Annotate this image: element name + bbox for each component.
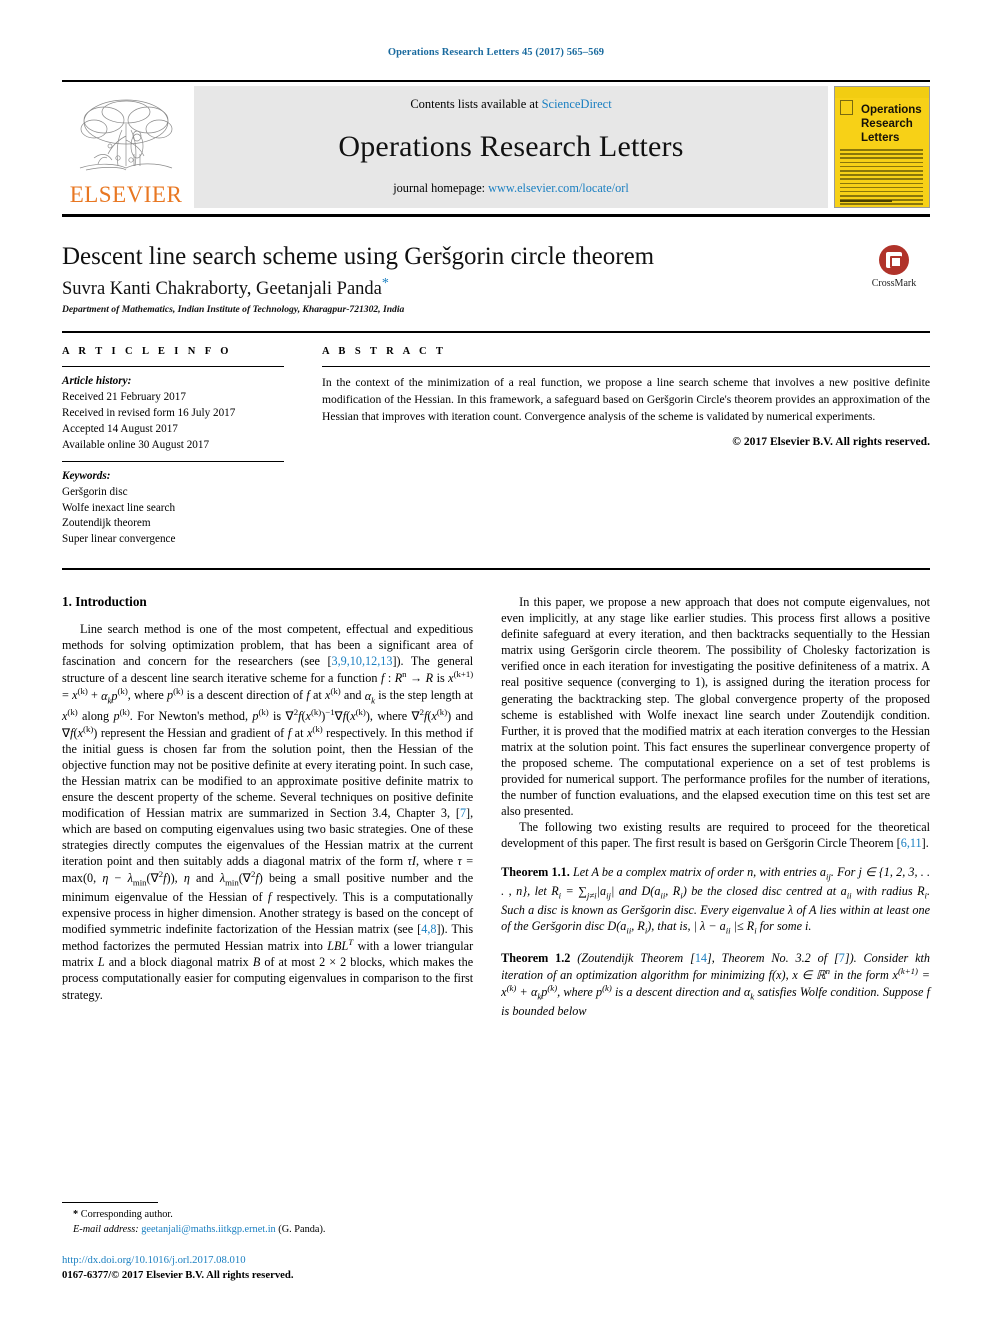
homepage-prefix: journal homepage:	[393, 181, 489, 195]
crossmark-label: CrossMark	[871, 278, 917, 289]
footnote-email-line: E-mail address: geetanjali@maths.iitkgp.…	[62, 1223, 480, 1237]
masthead-section: ELSEVIER Contents lists available at Sci…	[62, 80, 930, 217]
masthead-center: Contents lists available at ScienceDirec…	[194, 86, 828, 208]
page-title: Descent line search scheme using Geršgor…	[62, 243, 655, 270]
history-item: Received in revised form 16 July 2017	[62, 406, 236, 419]
issn-copyright-line: 0167-6377/© 2017 Elsevier B.V. All right…	[62, 1268, 294, 1281]
history-item: Received 21 February 2017	[62, 391, 186, 404]
abstract-text: In the context of the minimization of a …	[322, 376, 930, 423]
footnote-rule	[62, 1202, 158, 1204]
right-paragraph-2: The following two existing results are r…	[501, 819, 930, 851]
keyword-item: Super linear convergence	[62, 533, 176, 546]
theorem-1-2-label: Theorem 1.2	[501, 950, 571, 965]
citation-4-8[interactable]: 4,8	[421, 922, 436, 936]
page-footer: http://dx.doi.org/10.1016/j.orl.2017.08.…	[62, 1253, 532, 1283]
theorem-1-2: Theorem 1.2 (Zoutendijk Theorem [14], Th…	[501, 950, 930, 1019]
cover-journal-title: Operations Research Letters	[861, 104, 922, 145]
running-head: Operations Research Letters 45 (2017) 56…	[387, 47, 605, 58]
crossmark-badge-group[interactable]: CrossMark	[858, 245, 930, 289]
article-info-heading: A R T I C L E I N F O	[62, 346, 232, 358]
right-column: In this paper, we propose a new approach…	[501, 594, 930, 1019]
footnote-corresponding-text: Corresponding author.	[80, 1209, 173, 1221]
contents-prefix: Contents lists available at	[410, 97, 542, 111]
corresponding-author-marker[interactable]: *	[382, 276, 389, 291]
citation-14[interactable]: 14	[695, 951, 707, 965]
right-text-a: The following two existing results are r…	[501, 819, 930, 850]
doi-link[interactable]: http://dx.doi.org/10.1016/j.orl.2017.08.…	[62, 1254, 246, 1266]
article-history-group: Article history: Received 21 February 20…	[62, 367, 284, 461]
paper-page: Operations Research Letters 45 (2017) 56…	[0, 0, 992, 1323]
intro-paragraph-1: Line search method is one of the most co…	[62, 622, 474, 1002]
elsevier-wordmark: ELSEVIER	[69, 182, 183, 207]
left-column: 1. Introduction Line search method is on…	[62, 594, 473, 1019]
section-heading-introduction: 1. Introduction	[62, 594, 147, 610]
cover-topbar	[835, 87, 929, 98]
footnote-block: * Corresponding author. E-mail address: …	[62, 1202, 480, 1237]
elsevier-logo: ELSEVIER	[62, 86, 190, 208]
right-paragraph-1: In this paper, we propose a new approach…	[501, 595, 930, 818]
keyword-item: Zoutendijk theorem	[62, 517, 151, 530]
info-top-rule	[62, 331, 930, 334]
elsevier-tree-icon	[79, 99, 173, 171]
masthead-top-rule	[62, 80, 930, 82]
abstract-copyright: © 2017 Elsevier B.V. All rights reserved…	[732, 434, 930, 448]
sciencedirect-link[interactable]: ScienceDirect	[542, 97, 612, 111]
cover-footer-bar	[840, 199, 892, 202]
article-info-column: A R T I C L E I N F O Article history: R…	[62, 346, 308, 555]
journal-cover-thumbnail: Operations Research Letters	[834, 86, 930, 208]
info-bottom-rule	[62, 568, 930, 571]
theorem-1-1-label: Theorem 1.1.	[501, 864, 570, 879]
citation-6-11[interactable]: 6,11	[901, 836, 922, 850]
abstract-heading: A B S T R A C T	[322, 346, 447, 358]
footnote-corresponding: * Corresponding author.	[62, 1208, 480, 1222]
author-list: Suvra Kanti Chakraborty, Geetanjali Pand…	[62, 276, 930, 300]
footnote-email-suffix: (G. Panda).	[278, 1223, 326, 1235]
contents-line: Contents lists available at ScienceDirec…	[410, 97, 611, 112]
keyword-item: Wolfe inexact line search	[62, 501, 176, 514]
info-abstract-block: A R T I C L E I N F O Article history: R…	[62, 331, 930, 571]
masthead-bottom-rule	[62, 214, 930, 217]
history-item: Accepted 14 August 2017	[62, 422, 178, 435]
author-email-link[interactable]: geetanjali@maths.iitkgp.ernet.in	[141, 1224, 275, 1235]
history-item: Available online 30 August 2017	[62, 438, 210, 451]
masthead: ELSEVIER Contents lists available at Sci…	[62, 86, 930, 208]
keyword-item: Geršgorin disc	[62, 485, 128, 498]
email-address-label: E-mail address:	[73, 1223, 139, 1235]
body-columns: 1. Introduction Line search method is on…	[62, 594, 930, 1019]
journal-homepage-line: journal homepage: www.elsevier.com/locat…	[393, 181, 629, 196]
journal-title: Operations Research Letters	[338, 129, 684, 163]
keywords-label: Keywords:	[62, 469, 111, 482]
keywords-group: Keywords: Geršgorin disc Wolfe inexact l…	[62, 462, 284, 556]
cover-elsevier-mark-icon	[840, 100, 853, 115]
article-history-label: Article history:	[62, 375, 132, 388]
title-block: CrossMark Descent line search scheme usi…	[62, 243, 930, 315]
author-names: Suvra Kanti Chakraborty, Geetanjali Pand…	[62, 279, 382, 300]
info-row: A R T I C L E I N F O Article history: R…	[62, 346, 930, 555]
right-text-b: ].	[921, 835, 929, 850]
affiliation: Department of Mathematics, Indian Instit…	[62, 304, 405, 316]
abstract-column: A B S T R A C T In the context of the mi…	[308, 346, 930, 555]
theorem-1-1: Theorem 1.1. Let A be a complex matrix o…	[501, 864, 931, 936]
footnote-star: *	[73, 1209, 79, 1221]
citation-7b[interactable]: 7	[839, 951, 845, 965]
journal-homepage-link[interactable]: www.elsevier.com/locate/orl	[488, 181, 629, 195]
crossmark-icon	[879, 245, 909, 275]
citation-3-9-10-12-13[interactable]: 3,9,10,12,13	[332, 654, 393, 668]
